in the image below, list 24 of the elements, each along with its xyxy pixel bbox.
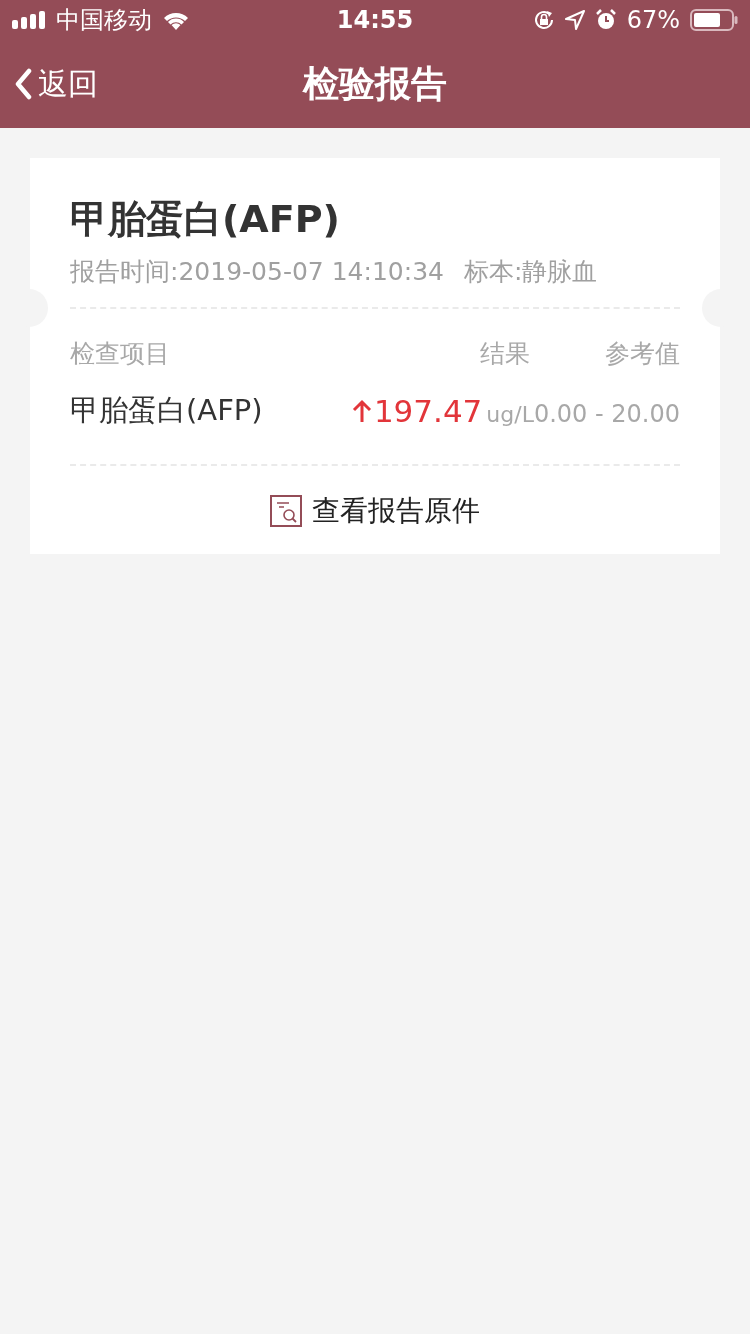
report-time: 报告时间:2019-05-07 14:10:34 — [70, 256, 444, 288]
status-time: 14:55 — [335, 6, 415, 34]
reference-range: 0.00 - 20.00 — [533, 400, 680, 428]
location-icon — [564, 10, 585, 30]
alarm-icon — [594, 9, 617, 31]
column-header: 参考值 — [605, 337, 680, 370]
chevron-left-icon — [14, 68, 32, 100]
signal-icon — [12, 11, 46, 29]
wifi-icon — [162, 10, 190, 30]
result-value: 197.47 — [373, 393, 483, 429]
column-header: 结果 — [480, 337, 531, 370]
report-title: 甲胎蛋白(AFP) — [70, 196, 341, 243]
view-original-link[interactable]: 查看报告原件 — [270, 492, 480, 530]
test-item-name: 甲胎蛋白(AFP) — [70, 392, 264, 429]
column-header: 检查项目 — [70, 337, 171, 370]
page-title: 检验报告 — [301, 61, 448, 106]
document-search-icon — [270, 495, 302, 527]
result-unit: ug/L — [486, 402, 534, 427]
battery-percent: 67% — [626, 6, 680, 34]
carrier-name: 中国移动 — [56, 5, 152, 36]
back-button[interactable]: 返回 — [0, 63, 98, 105]
rotation-lock-icon — [532, 9, 555, 31]
specimen-type: 标本:静脉血 — [463, 256, 598, 288]
battery-icon — [690, 9, 738, 31]
